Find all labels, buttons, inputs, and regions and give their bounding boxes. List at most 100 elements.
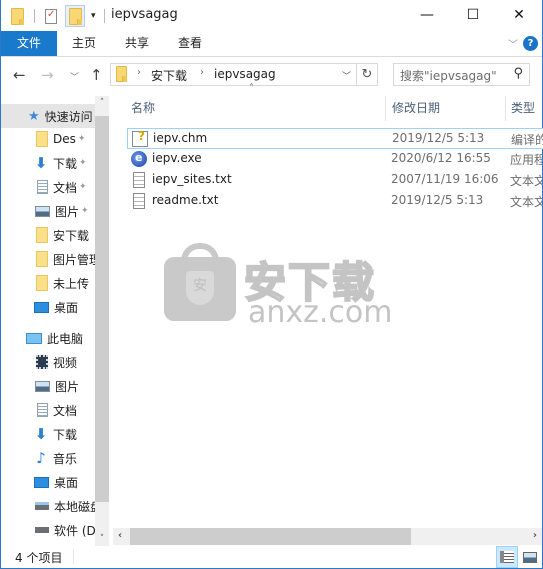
address-bar[interactable]: › 安下载 › iepvsagag ﹀ [110, 63, 357, 86]
watermark-text-en: anxz.com [248, 295, 393, 330]
minimize-button[interactable]: — [404, 0, 450, 30]
file-type: 文本文档 [510, 195, 542, 209]
nav-quick-access[interactable]: ★ 快速访问 [1, 104, 95, 128]
download-icon: ⬇ [34, 425, 48, 443]
column-header-name[interactable]: 名称 [131, 92, 381, 124]
nav-this-pc[interactable]: 此电脑 [1, 326, 95, 350]
expand-ribbon-icon[interactable]: ﹀ [508, 36, 518, 51]
nav-label: 图片管理 [53, 252, 95, 267]
nav-item-software-drive[interactable]: 软件 (D [1, 518, 95, 542]
breadcrumb-separator-icon[interactable]: › [200, 67, 204, 78]
help-icon[interactable]: ? [523, 36, 538, 51]
column-separator[interactable] [385, 96, 386, 121]
breadcrumb-separator-icon[interactable]: › [137, 67, 141, 78]
file-row[interactable]: iepv.exe 2020/6/12 16:55 应用程序 [127, 149, 543, 170]
file-row[interactable]: iepv_sites.txt 2007/11/19 16:06 文本文档 [127, 170, 543, 191]
tab-home[interactable]: 主页 [63, 31, 105, 56]
scroll-right-icon[interactable]: › [533, 530, 537, 541]
nav-label: 下载 [53, 427, 78, 442]
nav-label: 软件 (D [54, 523, 95, 538]
tab-file[interactable]: 文件 [1, 31, 57, 56]
tab-view[interactable]: 查看 [169, 31, 211, 56]
file-type: 文本文档 [510, 174, 542, 188]
customize-dropdown-icon[interactable]: ▾ [91, 11, 96, 21]
video-icon [36, 355, 48, 369]
nav-label: 此电脑 [47, 331, 84, 346]
pin-icon: ✦ [79, 182, 87, 192]
breadcrumb-item[interactable]: iepvsagag [214, 67, 276, 81]
chm-file-icon [132, 129, 148, 147]
nav-item-downloads-pinned[interactable]: ⬇ 下载 ✦ [1, 151, 95, 175]
bag-icon: 安 [164, 257, 236, 321]
nav-item-documents[interactable]: 文档 [1, 398, 95, 422]
nav-item-desktop-pinned[interactable]: Des ✦ [1, 127, 95, 151]
scrollbar-thumb[interactable] [95, 116, 109, 502]
nav-label: 安下载 [53, 228, 90, 243]
file-date: 2020/6/12 16:55 [391, 151, 491, 165]
nav-label: Des [53, 132, 76, 146]
ribbon-tabs: 文件 主页 共享 查看 ﹀ ? [1, 31, 542, 57]
scroll-up-icon[interactable]: ˄ [95, 98, 109, 108]
text-file-icon [133, 172, 145, 188]
folder-icon [116, 66, 127, 82]
nav-item-pictures[interactable]: 图片 [1, 374, 95, 398]
nav-label: 文档 [53, 180, 78, 195]
large-icons-view-button[interactable] [519, 546, 541, 568]
nav-item-not-uploaded[interactable]: 未上传 [1, 271, 95, 295]
tab-share[interactable]: 共享 [116, 31, 158, 56]
file-type: 编译的 HTML 帮助文件 [511, 133, 543, 147]
nav-pane-scrollbar[interactable]: ˄ ˅ [95, 96, 109, 546]
column-separator[interactable] [505, 96, 506, 121]
nav-label: 图片 [55, 379, 80, 394]
download-icon: ⬇ [34, 154, 48, 172]
navigation-pane: ★ 快速访问 Des ✦ ⬇ 下载 ✦ 文档 ✦ 图片 ✦ 安下载 图片管 未上… [1, 96, 109, 546]
address-row: ← → ﹀ ↑ › 安下载 › iepvsagag ﹀ ↻ 搜索"iepvsag… [1, 58, 542, 92]
scrollbar-thumb[interactable] [130, 528, 411, 545]
folder-icon [11, 7, 24, 25]
document-icon [37, 403, 48, 417]
watermark-logo: 安 安下载 anxz.com [164, 243, 394, 333]
nav-item-documents-pinned[interactable]: 文档 ✦ [1, 175, 95, 199]
nav-item-picture-manager[interactable]: 图片管理 [1, 247, 95, 271]
nav-item-pictures-pinned[interactable]: 图片 ✦ [1, 199, 95, 223]
file-name: iepv_sites.txt [152, 172, 232, 186]
item-count: 4 个项目 [15, 551, 63, 565]
music-icon: ♪ [36, 449, 46, 467]
nav-item-desktop[interactable]: 桌面 [1, 295, 95, 319]
new-folder-button[interactable] [65, 5, 85, 27]
file-name: iepv.chm [153, 131, 208, 145]
file-list-hscrollbar[interactable]: ‹ › [113, 528, 542, 545]
recent-locations-button[interactable]: ﹀ [70, 70, 79, 83]
pin-icon: ✦ [79, 158, 87, 168]
document-icon [37, 180, 48, 194]
refresh-button[interactable]: ↻ [357, 63, 378, 86]
search-icon[interactable]: ⚲ [513, 66, 523, 81]
close-button[interactable]: ✕ [496, 0, 542, 30]
nav-item-videos[interactable]: 视频 [1, 350, 95, 374]
folder-icon [36, 275, 48, 291]
nav-item-downloads[interactable]: ⬇ 下载 [1, 422, 95, 446]
forward-button[interactable]: → [41, 66, 54, 84]
file-row[interactable]: iepv.chm 2019/12/5 5:13 编译的 HTML 帮助文件 [127, 128, 543, 149]
nav-item-music[interactable]: ♪ 音乐 [1, 446, 95, 470]
properties-icon[interactable] [45, 8, 57, 24]
maximize-button[interactable]: ☐ [450, 0, 496, 30]
search-input[interactable]: 搜索"iepvsagag" ⚲ [393, 63, 530, 86]
up-button[interactable]: ↑ [90, 66, 103, 84]
column-header-date[interactable]: 修改日期 [392, 92, 502, 124]
details-view-button[interactable] [496, 546, 518, 568]
address-dropdown-icon[interactable]: ﹀ [342, 69, 351, 82]
nav-label: 文档 [53, 403, 78, 418]
scroll-left-icon[interactable]: ‹ [118, 530, 122, 541]
file-row[interactable]: readme.txt 2019/12/5 5:13 文本文档 [127, 191, 543, 212]
nav-label: 图片 [55, 204, 80, 219]
scroll-down-icon[interactable]: ˅ [95, 534, 109, 544]
back-button[interactable]: ← [13, 66, 26, 84]
breadcrumb-item[interactable]: 安下载 [151, 67, 187, 84]
column-header-type[interactable]: 类型 [511, 92, 543, 124]
nav-label: 快速访问 [44, 109, 93, 124]
nav-item-local-disk[interactable]: 本地磁盘 [1, 494, 95, 518]
nav-item-desktop-pc[interactable]: 桌面 [1, 470, 95, 494]
nav-item-anxiazai[interactable]: 安下载 [1, 223, 95, 247]
file-date: 2007/11/19 16:06 [391, 172, 499, 186]
